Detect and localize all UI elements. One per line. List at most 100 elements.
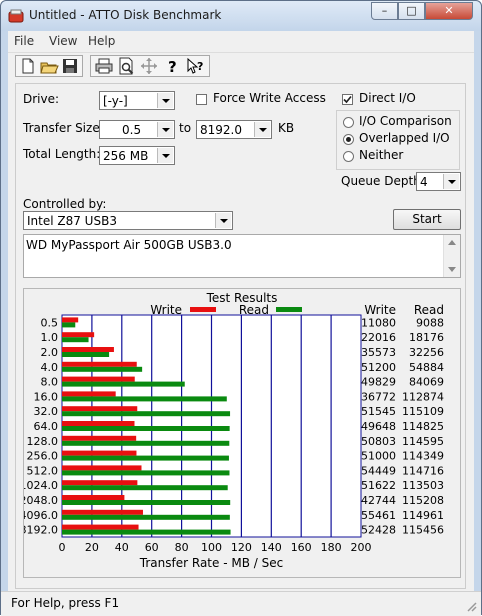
- legend-write-swatch: [190, 307, 216, 312]
- category-label: 512.0: [27, 464, 59, 477]
- write-bar: [62, 509, 143, 515]
- read-value: 18176: [409, 331, 444, 344]
- context-help-icon[interactable]: ?: [186, 57, 206, 75]
- chevron-down-icon[interactable]: [215, 213, 231, 228]
- drive-select[interactable]: [-y-]: [99, 91, 175, 110]
- category-label: 32.0: [34, 405, 59, 418]
- menu-help[interactable]: Help: [88, 34, 115, 48]
- resize-grip-icon[interactable]: [465, 600, 477, 612]
- force-write-checkbox[interactable]: [196, 94, 207, 105]
- app-icon: [8, 9, 24, 23]
- description-scrollbar[interactable]: [443, 235, 460, 277]
- neither-radio[interactable]: [343, 151, 354, 162]
- settings-panel: Drive: [-y-] Force Write Access Direct I…: [15, 83, 466, 589]
- start-button[interactable]: Start: [393, 209, 461, 230]
- scroll-up-icon[interactable]: [448, 240, 456, 245]
- category-label: 2.0: [41, 346, 59, 359]
- read-bar: [62, 426, 230, 431]
- force-write-label[interactable]: Force Write Access: [213, 91, 326, 105]
- status-bar: For Help, press F1: [1, 591, 481, 616]
- to-label: to: [179, 121, 192, 135]
- x-tick-label: 60: [145, 541, 159, 554]
- overlapped-io-radio[interactable]: [343, 134, 354, 145]
- help-icon[interactable]: ?: [162, 57, 182, 76]
- total-length-select[interactable]: 256 MB: [99, 146, 175, 165]
- test-results-panel: Test Results Write Read Write Read 0 20 40 60 80 1…: [20, 288, 461, 578]
- write-bar: [62, 495, 125, 500]
- write-bar: [62, 406, 138, 412]
- overlapped-io-label[interactable]: Overlapped I/O: [359, 131, 450, 145]
- category-label: 4096.0: [24, 509, 58, 522]
- category-label: 0.5: [41, 316, 59, 329]
- x-tick-label: 80: [175, 541, 189, 554]
- read-value: 114349: [402, 450, 444, 463]
- controlled-by-value: Intel Z87 USB3: [27, 214, 117, 228]
- read-bar: [62, 411, 231, 417]
- column-header-write: Write: [364, 303, 396, 317]
- direct-io-label[interactable]: Direct I/O: [359, 91, 416, 105]
- read-value: 114961: [402, 509, 444, 522]
- write-value: 51545: [361, 405, 396, 418]
- write-value: 22016: [361, 331, 396, 344]
- unit-label: KB: [278, 121, 295, 135]
- transfer-size-label: Transfer Size:: [23, 121, 104, 135]
- description-text: WD MyPassport Air 500GB USB3.0: [26, 238, 232, 252]
- read-bar: [62, 337, 89, 343]
- drive-label: Drive:: [23, 92, 60, 106]
- print-icon[interactable]: [94, 57, 114, 75]
- write-value: 55461: [361, 509, 396, 522]
- write-value: 49829: [361, 376, 396, 389]
- read-bar: [62, 366, 143, 372]
- menu-view[interactable]: View: [49, 34, 77, 48]
- chevron-down-icon[interactable]: [157, 122, 173, 137]
- controlled-by-label: Controlled by:: [23, 197, 107, 211]
- new-icon[interactable]: [18, 57, 38, 75]
- read-bar: [62, 470, 230, 476]
- move-icon[interactable]: [139, 57, 159, 75]
- write-bar: [62, 332, 95, 338]
- write-value: 49648: [361, 420, 396, 433]
- chevron-down-icon[interactable]: [157, 93, 173, 108]
- read-value: 114595: [402, 435, 444, 448]
- io-comparison-label[interactable]: I/O Comparison: [359, 114, 452, 128]
- transfer-size-from-select[interactable]: 0.5: [99, 120, 175, 139]
- io-comparison-radio[interactable]: [343, 117, 354, 128]
- category-label: 1.0: [41, 331, 59, 344]
- read-value: 114716: [402, 464, 444, 477]
- x-tick-label: 120: [231, 541, 252, 554]
- queue-depth-select[interactable]: 4: [416, 172, 461, 191]
- write-value: 11080: [361, 316, 396, 329]
- neither-label[interactable]: Neither: [359, 148, 403, 162]
- transfer-size-to-select[interactable]: 8192.0: [196, 120, 272, 139]
- queue-depth-label: Queue Depth:: [341, 174, 425, 188]
- x-tick-label: 20: [85, 541, 99, 554]
- controlled-by-select[interactable]: Intel Z87 USB3: [23, 211, 233, 230]
- read-bar: [62, 485, 228, 491]
- open-icon[interactable]: [39, 57, 59, 75]
- read-value: 54884: [409, 361, 444, 374]
- svg-text:?: ?: [168, 58, 177, 75]
- description-field[interactable]: WD MyPassport Air 500GB USB3.0: [23, 234, 461, 278]
- direct-io-checkbox[interactable]: [342, 94, 353, 105]
- chevron-down-icon[interactable]: [254, 122, 270, 137]
- save-icon[interactable]: [60, 57, 80, 75]
- queue-depth-value: 4: [420, 175, 428, 189]
- chevron-down-icon[interactable]: [157, 148, 173, 163]
- chevron-down-icon[interactable]: [443, 174, 459, 189]
- minimize-button[interactable]: –: [371, 2, 398, 20]
- x-tick-label: 100: [201, 541, 222, 554]
- window-title: Untitled - ATTO Disk Benchmark: [29, 8, 222, 22]
- write-value: 52428: [361, 524, 396, 537]
- category-label: 64.0: [34, 420, 59, 433]
- read-value: 32256: [409, 346, 444, 359]
- title-bar[interactable]: Untitled - ATTO Disk Benchmark – □ ✕: [1, 1, 481, 31]
- x-tick-label: 200: [351, 541, 372, 554]
- write-bar: [62, 465, 142, 471]
- maximize-button[interactable]: □: [398, 2, 425, 20]
- print-preview-icon[interactable]: [116, 57, 136, 75]
- menu-file[interactable]: File: [14, 34, 34, 48]
- scroll-down-icon[interactable]: [448, 267, 456, 272]
- write-bar: [62, 376, 135, 382]
- read-bar: [62, 381, 185, 387]
- close-button[interactable]: ✕: [425, 2, 473, 20]
